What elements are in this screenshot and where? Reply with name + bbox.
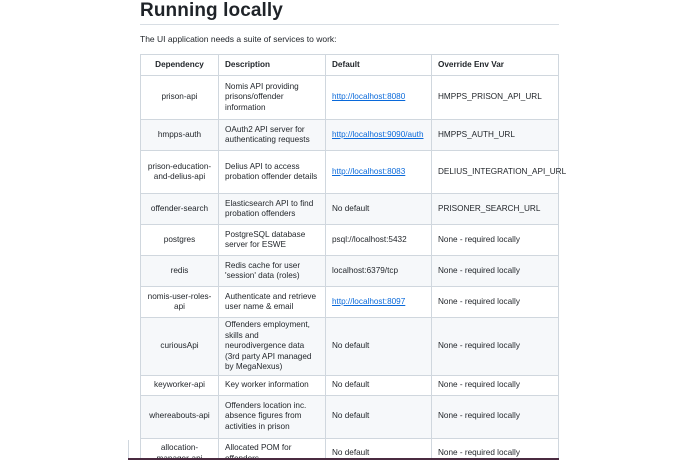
cell-dependency: redis [140, 255, 219, 287]
cell-override-env-var: None - required locally [431, 224, 559, 256]
cell-default: psql://localhost:5432 [325, 224, 432, 256]
cell-dependency: prison-education-and-delius-api [140, 150, 219, 194]
table-row: curiousApi Offenders employment, skills a… [140, 317, 559, 376]
cell-default: No default [325, 437, 432, 460]
table-row: postgres PostgreSQL database server for E… [140, 224, 559, 256]
cell-description: OAuth2 API server for authenticating req… [218, 119, 326, 151]
header-override-env-var: Override Env Var [431, 54, 559, 76]
cell-description: Authenticate and retrieve user name & em… [218, 286, 326, 318]
cell-override-env-var: HMPPS_AUTH_URL [431, 119, 559, 151]
cell-default: http://localhost:8097 [325, 286, 432, 318]
table-row: allocation-manager-api Allocated POM for … [140, 437, 559, 460]
cell-default: localhost:6379/tcp [325, 255, 432, 287]
cell-default: No default [325, 374, 432, 396]
cell-description: Redis cache for user 'session' data (rol… [218, 255, 326, 287]
cell-dependency: whereabouts-api [140, 394, 219, 439]
cell-override-env-var: None - required locally [431, 374, 559, 396]
default-url-link[interactable]: http://localhost:9090/auth [332, 130, 424, 139]
cell-override-env-var: None - required locally [431, 394, 559, 439]
default-url-link[interactable]: http://localhost:8080 [332, 92, 405, 101]
table-row: prison-api Nomis API providing prisons/of… [140, 75, 559, 120]
table-header-row: Dependency Description Default Override … [140, 54, 559, 76]
cell-description: Elasticsearch API to find probation offe… [218, 193, 326, 225]
cell-dependency: offender-search [140, 193, 219, 225]
cell-description: Key worker information [218, 374, 326, 396]
cell-override-env-var: DELIUS_INTEGRATION_API_URL [431, 150, 566, 194]
cell-default: http://localhost:9090/auth [325, 119, 432, 151]
cell-override-env-var: None - required locally [431, 286, 559, 318]
cell-description: Offenders employment, skills and neurodi… [218, 317, 326, 376]
dependencies-table: Dependency Description Default Override … [140, 54, 566, 460]
header-description: Description [218, 54, 326, 76]
cell-dependency: hmpps-auth [140, 119, 219, 151]
cell-description: Offenders location inc. absence figures … [218, 394, 326, 439]
cell-override-env-var: None - required locally [431, 437, 559, 460]
cell-description: PostgreSQL database server for ESWE [218, 224, 326, 256]
cell-dependency: allocation-manager-api [140, 437, 219, 460]
table-row: hmpps-auth OAuth2 API server for authenti… [140, 119, 559, 151]
table-row: keyworker-api Key worker information No de… [140, 374, 559, 396]
section-title: Running locally [140, 0, 283, 21]
cell-description: Delius API to access probation offender … [218, 150, 326, 194]
cell-default: No default [325, 193, 432, 225]
cell-override-env-var: HMPPS_PRISON_API_URL [431, 75, 559, 120]
cell-dependency: keyworker-api [140, 374, 219, 396]
header-default: Default [325, 54, 432, 76]
table-row: whereabouts-api Offenders location inc. a… [140, 394, 559, 439]
table-row: offender-search Elasticsearch API to find… [140, 193, 559, 225]
cell-dependency: prison-api [140, 75, 219, 120]
table-row: redis Redis cache for user 'session' data… [140, 255, 559, 287]
readme-section: Running locally The UI application needs… [140, 0, 566, 460]
cell-override-env-var: None - required locally [431, 255, 559, 287]
cell-description: Nomis API providing prisons/offender inf… [218, 75, 326, 120]
default-url-link[interactable]: http://localhost:8083 [332, 167, 405, 176]
cell-dependency: nomis-user-roles-api [140, 286, 219, 318]
default-url-link[interactable]: http://localhost:8097 [332, 297, 405, 306]
cell-default: http://localhost:8080 [325, 75, 432, 120]
cell-dependency: curiousApi [140, 317, 219, 376]
scroll-edge [128, 440, 129, 458]
cell-dependency: postgres [140, 224, 219, 256]
cell-override-env-var: PRISONER_SEARCH_URL [431, 193, 559, 225]
cell-default: No default [325, 394, 432, 439]
table-row: prison-education-and-delius-api Delius AP… [140, 150, 566, 194]
table-row: nomis-user-roles-api Authenticate and ret… [140, 286, 559, 318]
cell-default: http://localhost:8083 [325, 150, 432, 194]
cell-description: Allocated POM for offenders [218, 437, 326, 460]
cell-override-env-var: None - required locally [431, 317, 559, 376]
table-body: prison-api Nomis API providing prisons/of… [140, 75, 566, 460]
header-dependency: Dependency [140, 54, 219, 76]
cell-default: No default [325, 317, 432, 376]
readme-page: Running locally The UI application needs… [0, 0, 690, 460]
heading-divider [140, 24, 559, 25]
intro-text: The UI application needs a suite of serv… [140, 34, 337, 44]
